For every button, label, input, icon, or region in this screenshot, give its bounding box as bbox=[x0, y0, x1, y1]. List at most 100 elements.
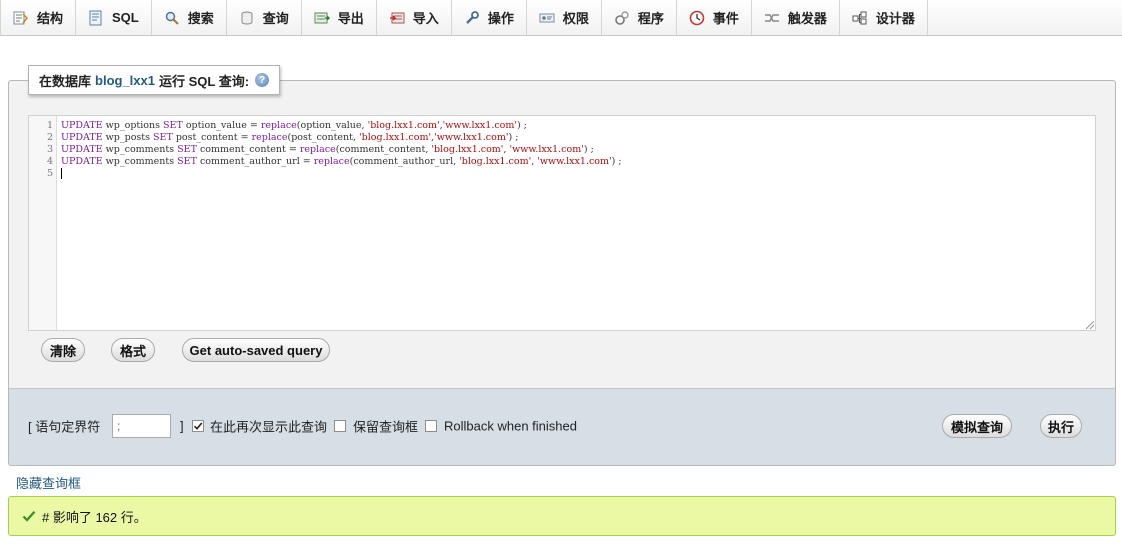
tab-label: 操作 bbox=[487, 11, 514, 26]
code-token: 'www.lxx1.com' bbox=[537, 156, 612, 167]
code-token: wp_posts bbox=[102, 132, 154, 143]
tab-structure[interactable]: 结构 bbox=[1, 0, 77, 35]
code-token: SET bbox=[177, 144, 197, 155]
clear-button[interactable]: 清除 bbox=[41, 338, 85, 362]
code-token: ) ; bbox=[508, 132, 519, 143]
tab-triggers[interactable]: 触发器 bbox=[752, 0, 840, 35]
tab-import[interactable]: 导入 bbox=[377, 0, 452, 35]
code-token: 'blog.lxx1.com' bbox=[359, 132, 432, 143]
code-token: comment_author_url = bbox=[196, 156, 314, 167]
search-icon bbox=[164, 10, 180, 26]
text-cursor bbox=[61, 168, 62, 179]
delimiter-input[interactable]: ; bbox=[112, 414, 171, 438]
tab-label: 查询 bbox=[262, 11, 289, 26]
code-token: wp_comments bbox=[102, 156, 178, 167]
code-token: comment_content = bbox=[196, 144, 300, 155]
tab-privileges[interactable]: 权限 bbox=[527, 0, 602, 35]
line-number-gutter: 12345 bbox=[29, 116, 57, 330]
tab-label: 结构 bbox=[37, 11, 64, 26]
code-line: UPDATE wp_options SET option_value = rep… bbox=[61, 120, 1095, 132]
code-token: 'blog.lxx1.com' bbox=[459, 156, 532, 167]
tab-events[interactable]: 事件 bbox=[677, 0, 752, 35]
execute-button[interactable]: 执行 bbox=[1040, 414, 1082, 438]
checkmark-icon bbox=[193, 422, 203, 430]
success-message: # 影响了 162 行。 bbox=[8, 496, 1116, 536]
code-token: UPDATE bbox=[61, 132, 103, 143]
tab-designer[interactable]: 设计器 bbox=[840, 0, 928, 35]
rollback-label: Rollback when finished bbox=[444, 418, 577, 434]
line-number: 4 bbox=[46, 156, 53, 167]
tab-operations[interactable]: 操作 bbox=[452, 0, 527, 35]
show-again-checkbox[interactable] bbox=[192, 420, 204, 432]
tab-routines[interactable]: 程序 bbox=[602, 0, 677, 35]
code-token: UPDATE bbox=[61, 120, 103, 131]
code-line: UPDATE wp_posts SET post_content = repla… bbox=[61, 132, 1095, 144]
code-token: SET bbox=[163, 120, 183, 131]
tab-label: 权限 bbox=[562, 11, 589, 26]
retain-query-box-checkbox[interactable] bbox=[334, 420, 346, 432]
legend-suffix: 运行 SQL 查询: bbox=[158, 73, 250, 89]
code-line: UPDATE wp_comments SET comment_content =… bbox=[61, 144, 1095, 156]
tab-search[interactable]: 搜索 bbox=[152, 0, 227, 35]
sql-code-area[interactable]: UPDATE wp_options SET option_value = rep… bbox=[57, 116, 1095, 330]
code-token: replace bbox=[313, 156, 350, 167]
code-token: UPDATE bbox=[61, 144, 103, 155]
code-token: SET bbox=[177, 156, 197, 167]
resize-handle-icon[interactable] bbox=[1086, 321, 1094, 329]
code-token: SET bbox=[153, 132, 173, 143]
designer-icon bbox=[852, 10, 868, 26]
code-token: 'www.lxx1.com' bbox=[509, 144, 584, 155]
format-button[interactable]: 格式 bbox=[111, 338, 155, 362]
wrench-icon bbox=[464, 10, 480, 26]
triggers-icon bbox=[764, 10, 780, 26]
tab-label: SQL bbox=[112, 10, 139, 25]
sql-editor[interactable]: 12345 UPDATE wp_options SET option_value… bbox=[28, 115, 1096, 331]
code-token: ) ; bbox=[611, 156, 622, 167]
help-icon[interactable]: ? bbox=[255, 73, 270, 87]
tab-label: 程序 bbox=[637, 11, 664, 26]
tab-label: 触发器 bbox=[787, 11, 827, 26]
tab-query[interactable]: 查询 bbox=[227, 0, 302, 35]
simulate-query-button[interactable]: 模拟查询 bbox=[942, 414, 1012, 438]
code-token: 'www.lxx1.com' bbox=[442, 120, 518, 131]
code-token: (comment_author_url, bbox=[349, 156, 460, 167]
success-check-icon bbox=[22, 511, 36, 522]
line-number: 3 bbox=[46, 144, 53, 155]
clock-icon bbox=[689, 10, 705, 26]
import-icon bbox=[389, 10, 405, 26]
code-token: option_value = bbox=[182, 120, 261, 131]
get-auto-saved-query-button[interactable]: Get auto-saved query bbox=[182, 338, 330, 362]
tab-export[interactable]: 导出 bbox=[302, 0, 377, 35]
code-token: replace bbox=[299, 144, 336, 155]
tab-label: 事件 bbox=[712, 11, 739, 26]
retain-query-box-label: 保留查询框 bbox=[353, 419, 419, 435]
export-icon bbox=[314, 10, 331, 26]
tab-label: 设计器 bbox=[875, 11, 915, 26]
panel-legend: 在数据库 blog_lxx1 运行 SQL 查询: ? bbox=[28, 65, 281, 95]
tab-label: 导出 bbox=[337, 11, 364, 26]
code-line: UPDATE wp_comments SET comment_author_ur… bbox=[61, 156, 1095, 168]
tab-sql[interactable]: SQL bbox=[76, 0, 152, 35]
code-token: UPDATE bbox=[61, 156, 103, 167]
code-token: (comment_content, bbox=[335, 144, 432, 155]
code-token: 'www.lxx1.com' bbox=[434, 132, 509, 143]
code-token: 'blog.lxx1.com' bbox=[367, 120, 440, 131]
hide-query-box-link[interactable]: 隐藏查询框 bbox=[16, 473, 81, 492]
code-token: ) ; bbox=[583, 144, 594, 155]
code-token: 'blog.lxx1.com' bbox=[431, 144, 504, 155]
code-token: ) ; bbox=[517, 120, 527, 131]
tab-label: 导入 bbox=[412, 11, 439, 26]
code-line bbox=[61, 168, 1095, 180]
rollback-checkbox[interactable] bbox=[425, 420, 437, 432]
line-number: 5 bbox=[46, 168, 53, 179]
affected-rows-text: # 影响了 162 行。 bbox=[42, 509, 147, 525]
database-name: blog_lxx1 bbox=[95, 72, 155, 88]
code-token: replace bbox=[251, 132, 288, 143]
structure-icon bbox=[13, 10, 29, 26]
code-token: wp_comments bbox=[102, 144, 178, 155]
sql-icon bbox=[88, 10, 104, 26]
legend-prefix: 在数据库 bbox=[39, 73, 92, 89]
query-icon bbox=[239, 10, 255, 26]
code-token: replace bbox=[260, 120, 297, 131]
delimiter-close-bracket: ] bbox=[180, 418, 184, 434]
